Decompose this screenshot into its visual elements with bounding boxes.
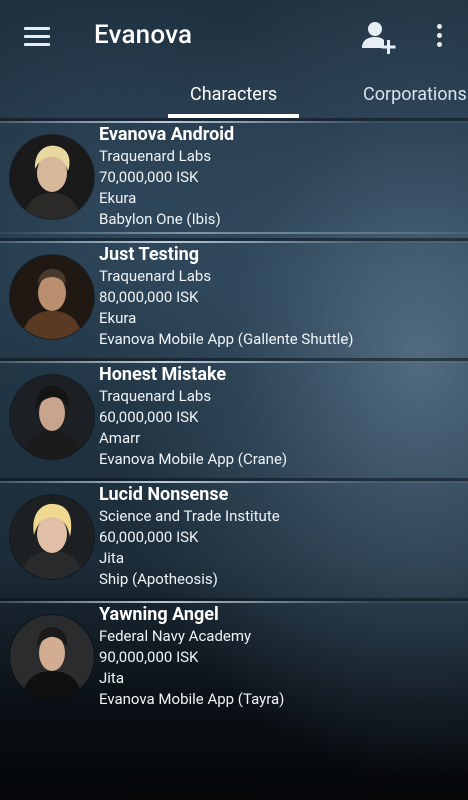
character-row[interactable]: Just Testing Traquenard Labs 80,000,000 … [0,238,468,358]
character-name: Honest Mistake [99,364,227,385]
character-location: Ekura [99,309,137,327]
tab-bar: Characters Corporations [0,78,468,118]
character-ship: Babylon One (Ibis) [99,210,221,228]
character-ship: Evanova Mobile App (Tayra) [99,690,285,708]
character-balance: 90,000,000 ISK [99,648,199,666]
character-balance: 60,000,000 ISK [99,408,199,426]
character-list: Evanova Android Traquenard Labs 70,000,0… [0,118,468,718]
character-name: Evanova Android [99,124,235,145]
character-corporation: Traquenard Labs [99,147,212,165]
hamburger-menu-icon[interactable] [24,27,50,47]
add-person-icon[interactable] [360,18,398,56]
character-location: Jita [99,549,124,567]
tab-characters[interactable]: Characters [190,84,277,105]
character-portrait [10,375,94,459]
character-corporation: Traquenard Labs [99,267,212,285]
character-ship: Ship (Apotheosis) [99,570,218,588]
character-name: Just Testing [99,244,200,265]
character-corporation: Federal Navy Academy [99,627,252,645]
character-corporation: Science and Trade Institute [99,507,280,525]
character-balance: 70,000,000 ISK [99,168,199,186]
character-portrait [10,255,94,339]
character-location: Jita [99,669,124,687]
character-ship: Evanova Mobile App (Gallente Shuttle) [99,330,354,348]
character-row[interactable]: Evanova Android Traquenard Labs 70,000,0… [0,118,468,238]
character-row[interactable]: Lucid Nonsense Science and Trade Institu… [0,478,468,598]
character-location: Amarr [99,429,141,447]
app-bar: Evanova [0,0,468,76]
app-title: Evanova [94,20,193,50]
character-corporation: Traquenard Labs [99,387,212,405]
character-portrait [10,135,94,219]
character-ship: Evanova Mobile App (Crane) [99,450,288,468]
more-vertical-icon[interactable] [430,24,448,52]
character-row[interactable]: Honest Mistake Traquenard Labs 60,000,00… [0,358,468,478]
character-name: Yawning Angel [99,604,219,625]
character-name: Lucid Nonsense [99,484,229,505]
character-portrait [10,615,94,699]
character-row[interactable]: Yawning Angel Federal Navy Academy 90,00… [0,598,468,718]
character-portrait [10,495,94,579]
character-location: Ekura [99,189,137,207]
character-balance: 80,000,000 ISK [99,288,199,306]
character-balance: 60,000,000 ISK [99,528,199,546]
tab-corporations[interactable]: Corporations [363,84,467,105]
